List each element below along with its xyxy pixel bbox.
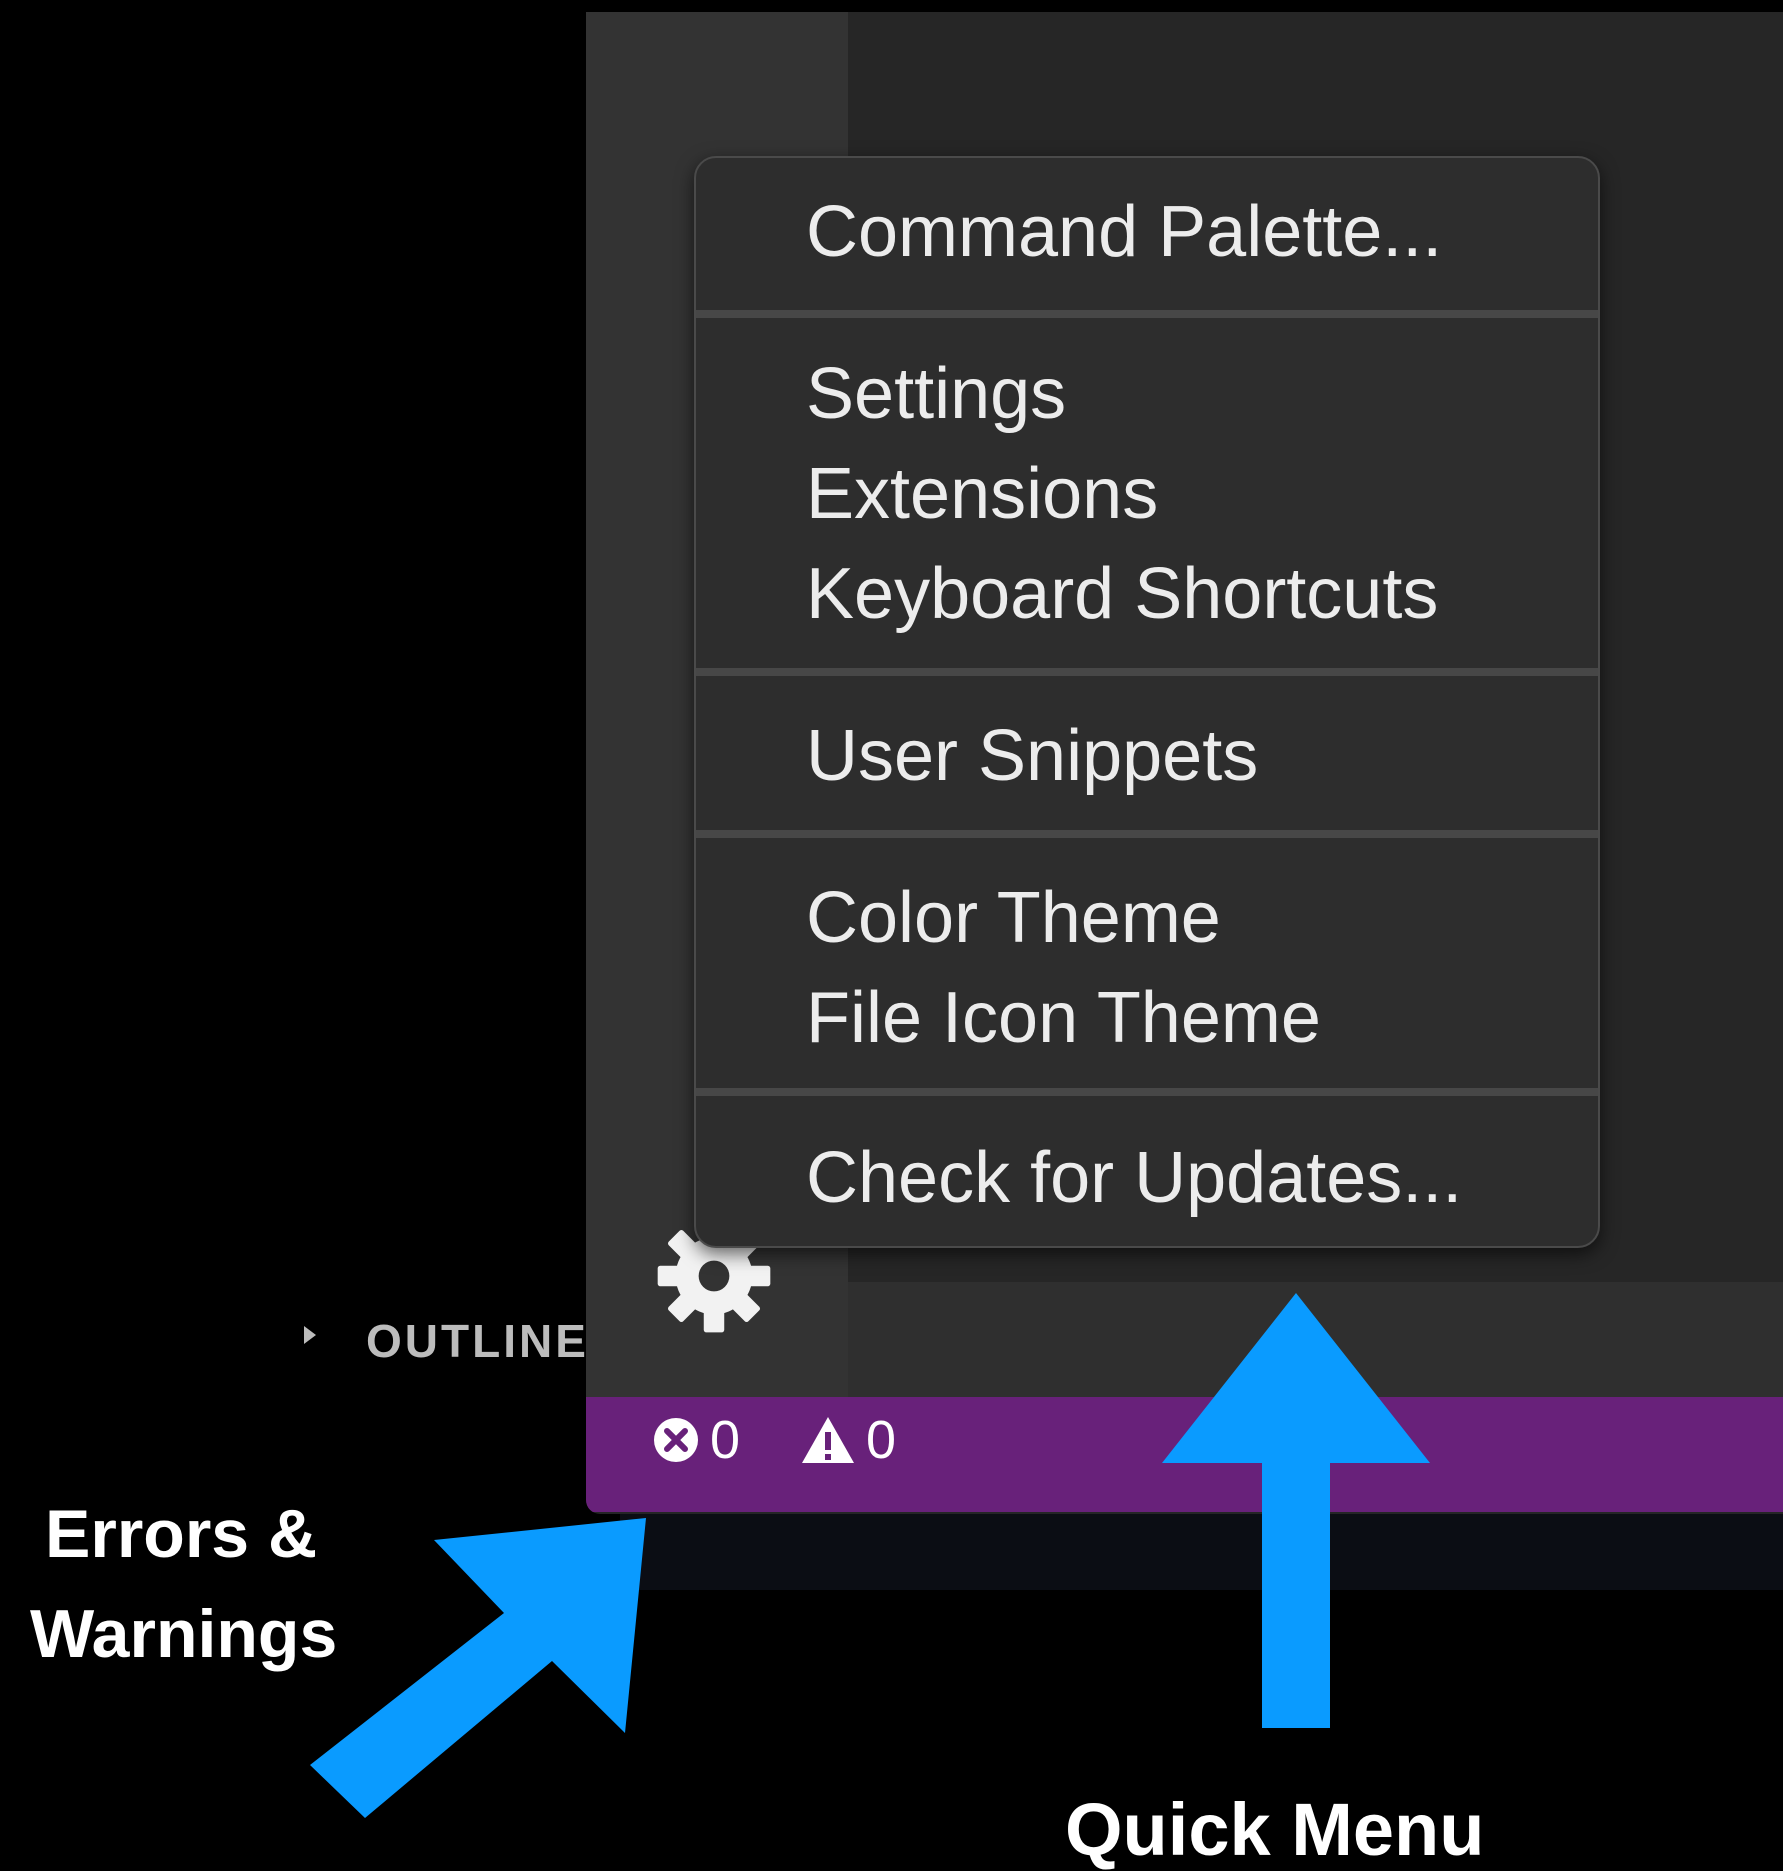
- annotation-arrows: [310, 1293, 1430, 1818]
- errors-annotation-line1: Errors &: [45, 1496, 318, 1572]
- diagonal-arrow-icon: [310, 1518, 646, 1818]
- quick-menu-annotation: Quick Menu: [1065, 1788, 1485, 1871]
- up-arrow-icon: [1162, 1293, 1430, 1728]
- errors-annotation-line2: Warnings: [30, 1596, 338, 1672]
